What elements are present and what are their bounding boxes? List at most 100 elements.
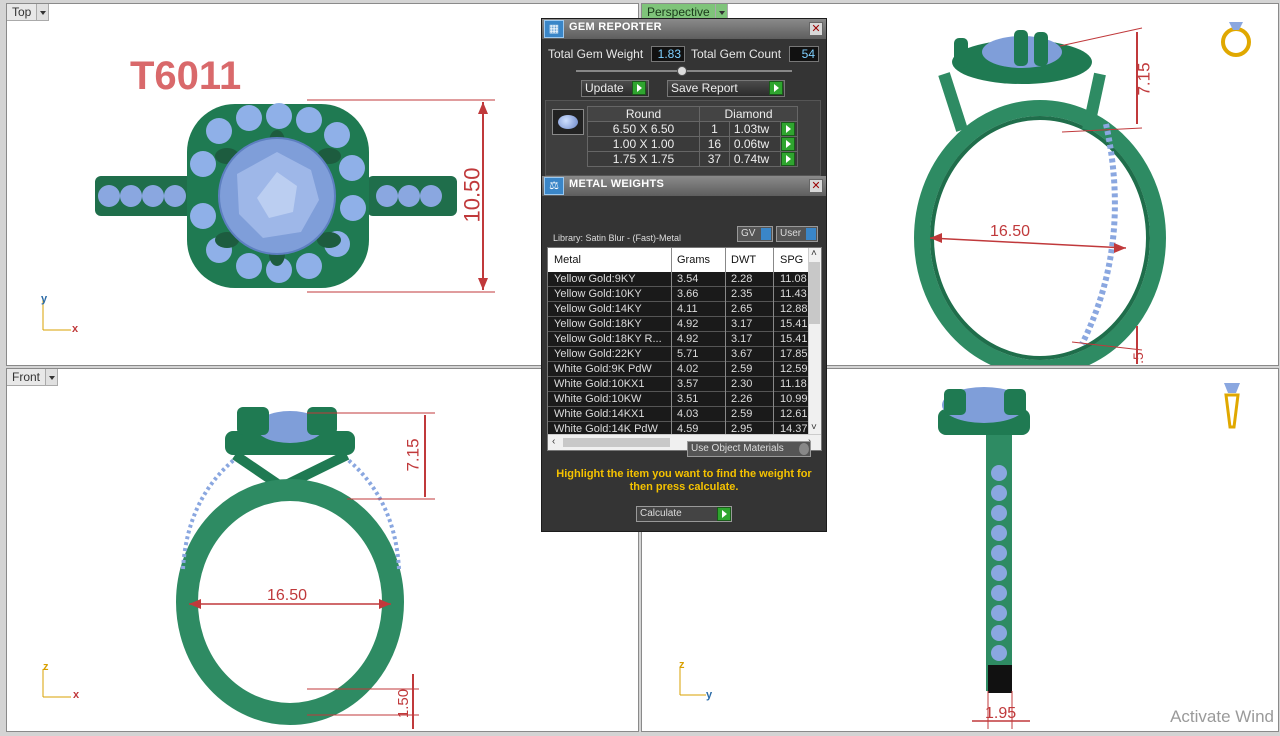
column-header[interactable]: Grams — [677, 254, 710, 266]
gem-table: Round Diamond 6.50 X 6.50 1 1.03tw 1.00 … — [587, 106, 799, 167]
cell-spg: 12.88 — [780, 303, 808, 315]
table-row[interactable]: White Gold:10KW 3.51 2.26 10.99 — [548, 392, 810, 407]
info-icon — [761, 228, 771, 240]
splitter-knob[interactable] — [677, 66, 687, 76]
cell-metal: Yellow Gold:9KY — [554, 273, 636, 285]
cell-grams: 4.02 — [677, 363, 699, 375]
table-row[interactable]: Yellow Gold:9KY 3.54 2.28 11.08 — [548, 272, 810, 287]
calculate-button[interactable]: Calculate — [636, 506, 732, 522]
table-row[interactable]: White Gold:10KX1 3.57 2.30 11.18 — [548, 377, 810, 392]
gem-weight: 0.74tw — [728, 151, 781, 167]
cell-dwt: 2.59 — [731, 363, 753, 375]
cell-spg: 12.61 — [780, 408, 808, 420]
close-icon[interactable]: ✕ — [809, 22, 823, 36]
axis-y-label: y — [41, 293, 48, 305]
gem-row-action[interactable] — [779, 121, 799, 137]
table-row[interactable]: Yellow Gold:10KY 3.66 2.35 11.43 — [548, 287, 810, 302]
viewport-front-tab[interactable]: Front — [7, 369, 59, 386]
cell-metal: Yellow Gold:14KY — [554, 303, 642, 315]
gem-row-action[interactable] — [779, 136, 799, 152]
gem-reporter-header[interactable]: ▦ GEM REPORTER ✕ — [542, 19, 826, 39]
table-row[interactable]: 1.75 X 1.75 37 0.74tw — [587, 151, 799, 167]
chevron-down-icon[interactable] — [37, 4, 50, 21]
chevron-up-icon[interactable]: ˄ — [811, 248, 817, 259]
cell-spg: 10.99 — [780, 393, 808, 405]
table-row[interactable]: Yellow Gold:18KY R... 4.92 3.17 15.41 — [548, 332, 810, 347]
dimension-label: 16.50 — [267, 587, 308, 604]
cell-dwt: 2.59 — [731, 408, 753, 420]
column-divider — [725, 248, 726, 436]
gv-select[interactable]: GV — [737, 226, 773, 242]
gv-label: GV — [741, 228, 756, 239]
library-label: Library: Satin Blur - (Fast)-Metal — [553, 233, 682, 243]
info-icon — [806, 228, 816, 240]
axis-y-label: y — [706, 689, 713, 701]
gem-type-header: Diamond — [699, 106, 798, 122]
chevron-down-icon[interactable] — [46, 369, 59, 386]
scroll-thumb[interactable] — [563, 438, 670, 447]
cell-dwt: 2.30 — [731, 378, 753, 390]
gem-weight: 0.06tw — [728, 136, 781, 152]
cell-dwt: 2.28 — [731, 273, 753, 285]
cell-grams: 3.57 — [677, 378, 699, 390]
cell-dwt: 3.67 — [731, 348, 753, 360]
axis-z-label: z — [43, 661, 49, 673]
play-icon[interactable] — [632, 81, 646, 95]
gem-weight: 1.03tw — [728, 121, 781, 137]
user-select[interactable]: User — [776, 226, 818, 242]
viewport-top-tab[interactable]: Top — [7, 4, 50, 21]
column-header[interactable]: DWT — [731, 254, 756, 266]
cell-grams: 3.66 — [677, 288, 699, 300]
round-gem-icon — [552, 109, 584, 135]
viewport-label[interactable]: Top — [7, 4, 38, 21]
chevron-left-icon[interactable]: ‹ — [552, 436, 555, 447]
total-gem-weight-value: 1.83 — [651, 46, 685, 62]
table-row[interactable]: Yellow Gold:22KY 5.71 3.67 17.85 — [548, 347, 810, 362]
gem-shape-header: Round — [587, 106, 700, 122]
metal-weights-table: Metal Grams DWT SPG Yellow Gold:9KY 3.54 2… — [547, 247, 822, 451]
use-object-materials-label: Use Object Materials — [691, 443, 784, 454]
table-row[interactable]: White Gold:9K PdW 4.02 2.59 12.59 — [548, 362, 810, 377]
axis-x-label: x — [72, 323, 79, 335]
play-icon[interactable] — [780, 137, 795, 151]
cell-metal: Yellow Gold:22KY — [554, 348, 642, 360]
chevron-down-icon[interactable]: ˅ — [811, 422, 817, 433]
activation-watermark: Activate Wind — [1170, 707, 1274, 726]
column-divider — [773, 248, 774, 436]
dimension-label: 16.50 — [990, 223, 1031, 240]
dimension-label: 10.50 — [459, 167, 485, 223]
table-row[interactable]: 1.00 X 1.00 16 0.06tw — [587, 136, 799, 152]
column-header[interactable]: SPG — [780, 254, 803, 266]
total-gem-count-label: Total Gem Count — [691, 47, 782, 61]
gem-row-action[interactable] — [779, 151, 799, 167]
total-gem-weight-label: Total Gem Weight — [548, 47, 644, 61]
cell-metal: White Gold:9K PdW — [554, 363, 652, 375]
vertical-scrollbar[interactable]: ˄ ˅ — [808, 248, 821, 436]
play-icon[interactable] — [769, 81, 783, 95]
close-icon[interactable]: ✕ — [809, 179, 823, 193]
cell-spg: 15.41 — [780, 318, 808, 330]
save-report-button[interactable]: Save Report — [667, 80, 785, 97]
column-divider — [671, 248, 672, 436]
table-row[interactable]: Yellow Gold:18KY 4.92 3.17 15.41 — [548, 317, 810, 332]
gem-size: 1.00 X 1.00 — [587, 136, 700, 152]
cell-spg: 15.41 — [780, 333, 808, 345]
gem-count: 37 — [699, 151, 730, 167]
cell-dwt: 3.17 — [731, 333, 753, 345]
cell-grams: 4.92 — [677, 333, 699, 345]
play-icon[interactable] — [780, 122, 795, 136]
cell-grams: 5.71 — [677, 348, 699, 360]
update-button-label: Update — [585, 81, 624, 95]
cell-metal: Yellow Gold:18KY R... — [554, 333, 662, 345]
metal-weights-header[interactable]: ⚖ METAL WEIGHTS ✕ — [542, 176, 826, 196]
use-object-materials-select[interactable]: Use Object Materials — [687, 441, 811, 457]
gem-size: 1.75 X 1.75 — [587, 151, 700, 167]
play-icon[interactable] — [780, 152, 795, 166]
table-row[interactable]: White Gold:14KX1 4.03 2.59 12.61 — [548, 407, 810, 422]
viewport-label[interactable]: Front — [7, 369, 47, 386]
column-header[interactable]: Metal — [554, 254, 581, 266]
table-row[interactable]: Yellow Gold:14KY 4.11 2.65 12.88 — [548, 302, 810, 317]
table-row[interactable]: 6.50 X 6.50 1 1.03tw — [587, 121, 799, 137]
scroll-thumb[interactable] — [809, 262, 820, 324]
metal-weights-title: METAL WEIGHTS — [569, 178, 665, 190]
